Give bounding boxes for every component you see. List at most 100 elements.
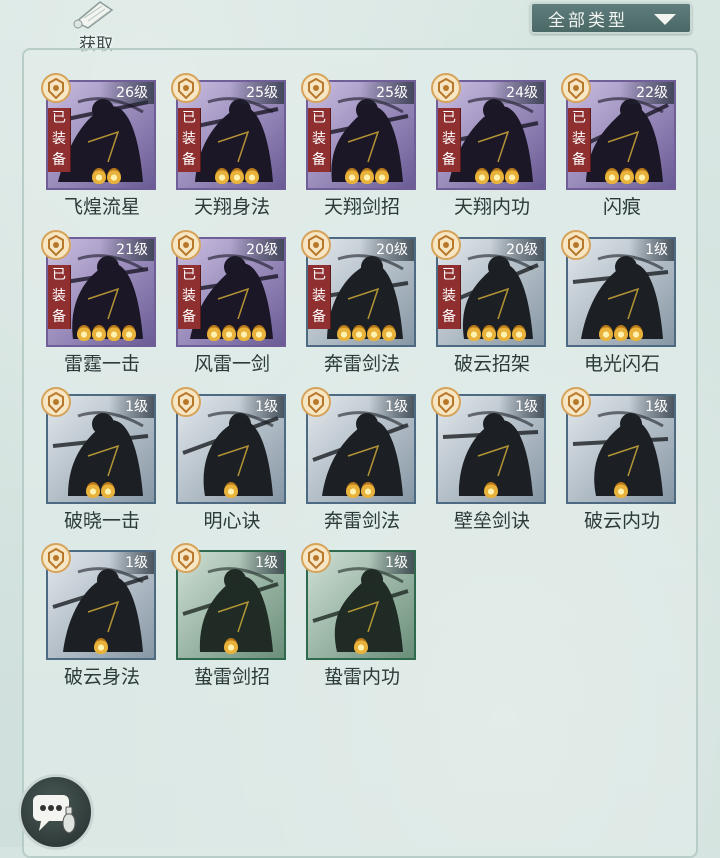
equipped-tag-char: 装 — [52, 288, 66, 304]
skill-badge-icon — [431, 73, 461, 103]
skill-name: 破云内功 — [583, 510, 660, 532]
skill-badge-icon — [301, 73, 331, 103]
flame-star-icon — [619, 168, 634, 184]
skill-badge-icon — [41, 73, 71, 103]
skill-name: 雷霆一击 — [63, 353, 140, 375]
equipped-tag-char: 备 — [52, 152, 66, 168]
flame-star-icon — [86, 482, 100, 498]
flame-star-icon — [346, 482, 360, 498]
chat-button[interactable] — [18, 774, 94, 850]
chat-bubble-icon — [33, 795, 76, 834]
flame-star-icon — [483, 482, 498, 498]
skill-stars — [613, 482, 628, 500]
flame-star-icon — [237, 325, 251, 341]
skill-item[interactable]: 20级已装备风雷一剑 — [171, 230, 288, 387]
skill-name: 明心诀 — [203, 510, 261, 532]
skill-level: 1级 — [369, 552, 414, 574]
skill-level: 25级 — [230, 82, 284, 104]
skill-item[interactable]: 24级已装备天翔内功 — [431, 73, 548, 230]
skill-badge-icon — [171, 73, 201, 103]
skill-level: 21级 — [100, 239, 154, 261]
equipped-tag-char: 装 — [442, 131, 456, 147]
equipped-tag-char: 装 — [52, 131, 66, 147]
skill-level: 1级 — [239, 396, 284, 418]
skill-item[interactable]: 1级 电光闪石 — [561, 230, 678, 387]
skill-level: 1级 — [499, 396, 544, 418]
type-filter-value: 全部类型 — [548, 10, 628, 31]
skill-item[interactable]: 1级破云身法 — [41, 543, 158, 700]
skill-item[interactable]: 25级已装备天翔剑招 — [301, 73, 418, 230]
equipped-tag-char: 已 — [312, 267, 326, 283]
flame-star-icon — [634, 168, 649, 184]
flame-star-icon — [361, 482, 375, 498]
flame-star-icon — [252, 325, 266, 341]
skill-level: 1级 — [369, 396, 414, 418]
equipped-tag-char: 备 — [442, 152, 456, 168]
flame-star-icon — [223, 482, 238, 498]
skill-item[interactable]: 1级 奔雷剑法 — [301, 387, 418, 544]
flame-star-icon — [344, 168, 359, 184]
flame-star-icon — [613, 325, 628, 341]
skill-stars — [86, 482, 115, 500]
flame-star-icon — [497, 325, 511, 341]
flame-star-icon — [214, 168, 229, 184]
skill-badge-icon — [561, 387, 591, 417]
skill-item[interactable]: 1级 壁垒剑诀 — [431, 387, 548, 544]
skill-badge-icon — [431, 387, 461, 417]
skill-item[interactable]: 20级已装备破云招架 — [431, 230, 548, 387]
flame-star-icon — [337, 325, 351, 341]
skill-stars — [346, 482, 375, 500]
skill-badge-icon — [171, 387, 201, 417]
skill-name: 奔雷剑法 — [323, 353, 400, 375]
equipped-tag-char: 已 — [442, 267, 456, 283]
skill-badge-icon — [41, 230, 71, 260]
flame-star-icon — [598, 325, 613, 341]
flame-star-icon — [352, 325, 366, 341]
scroll-icon — [73, 1, 114, 29]
equipped-tag: 已装备 — [308, 265, 331, 329]
flame-star-icon — [474, 168, 489, 184]
flame-star-icon — [92, 325, 106, 341]
equipped-tag: 已装备 — [178, 265, 201, 329]
equipped-tag-char: 已 — [442, 110, 456, 126]
skill-item[interactable]: 1级明心诀 — [171, 387, 288, 544]
skill-item[interactable]: 21级已装备雷霆一击 — [41, 230, 158, 387]
skill-item[interactable]: 1级破云内功 — [561, 387, 678, 544]
skill-stars — [337, 325, 396, 343]
equipped-tag-char: 备 — [442, 309, 456, 325]
skill-item[interactable]: 20级已装备奔雷剑法 — [301, 230, 418, 387]
equipped-tag-char: 备 — [52, 309, 66, 325]
skill-item[interactable]: 26级已装备飞煌流星 — [41, 73, 158, 230]
skill-name: 破晓一击 — [63, 510, 140, 532]
skill-stars — [474, 168, 519, 186]
equipped-tag-char: 装 — [442, 288, 456, 304]
skill-name: 蛰雷剑招 — [193, 666, 270, 688]
skill-stars — [77, 325, 136, 343]
skill-stars — [467, 325, 526, 343]
skill-badge-icon — [171, 543, 201, 573]
skill-item[interactable]: 25级已装备天翔身法 — [171, 73, 288, 230]
get-button[interactable]: 获取 — [64, 0, 128, 55]
flame-star-icon — [467, 325, 481, 341]
equipped-tag-char: 已 — [182, 110, 196, 126]
skill-item[interactable]: 22级已装备闪痕 — [561, 73, 678, 230]
skill-item[interactable]: 1级 蛰雷内功 — [301, 543, 418, 700]
skill-level: 1级 — [629, 239, 674, 261]
skill-level: 1级 — [629, 396, 674, 418]
skill-badge-icon — [171, 230, 201, 260]
flame-star-icon — [504, 168, 519, 184]
type-filter-dropdown[interactable]: 全部类型 — [530, 2, 692, 34]
flame-star-icon — [107, 168, 121, 184]
flame-star-icon — [367, 325, 381, 341]
skill-item[interactable]: 1级 破晓一击 — [41, 387, 158, 544]
skill-name: 风雷一剑 — [193, 353, 270, 375]
skill-name: 闪痕 — [602, 196, 641, 218]
skill-name: 破云招架 — [453, 353, 530, 375]
skill-item[interactable]: 1级 蛰雷剑招 — [171, 543, 288, 700]
skill-level: 20级 — [360, 239, 414, 261]
skill-badge-icon — [41, 387, 71, 417]
skill-level: 1级 — [109, 552, 154, 574]
skill-name: 破云身法 — [63, 666, 140, 688]
skill-badge-icon — [301, 543, 331, 573]
flame-star-icon — [382, 325, 396, 341]
